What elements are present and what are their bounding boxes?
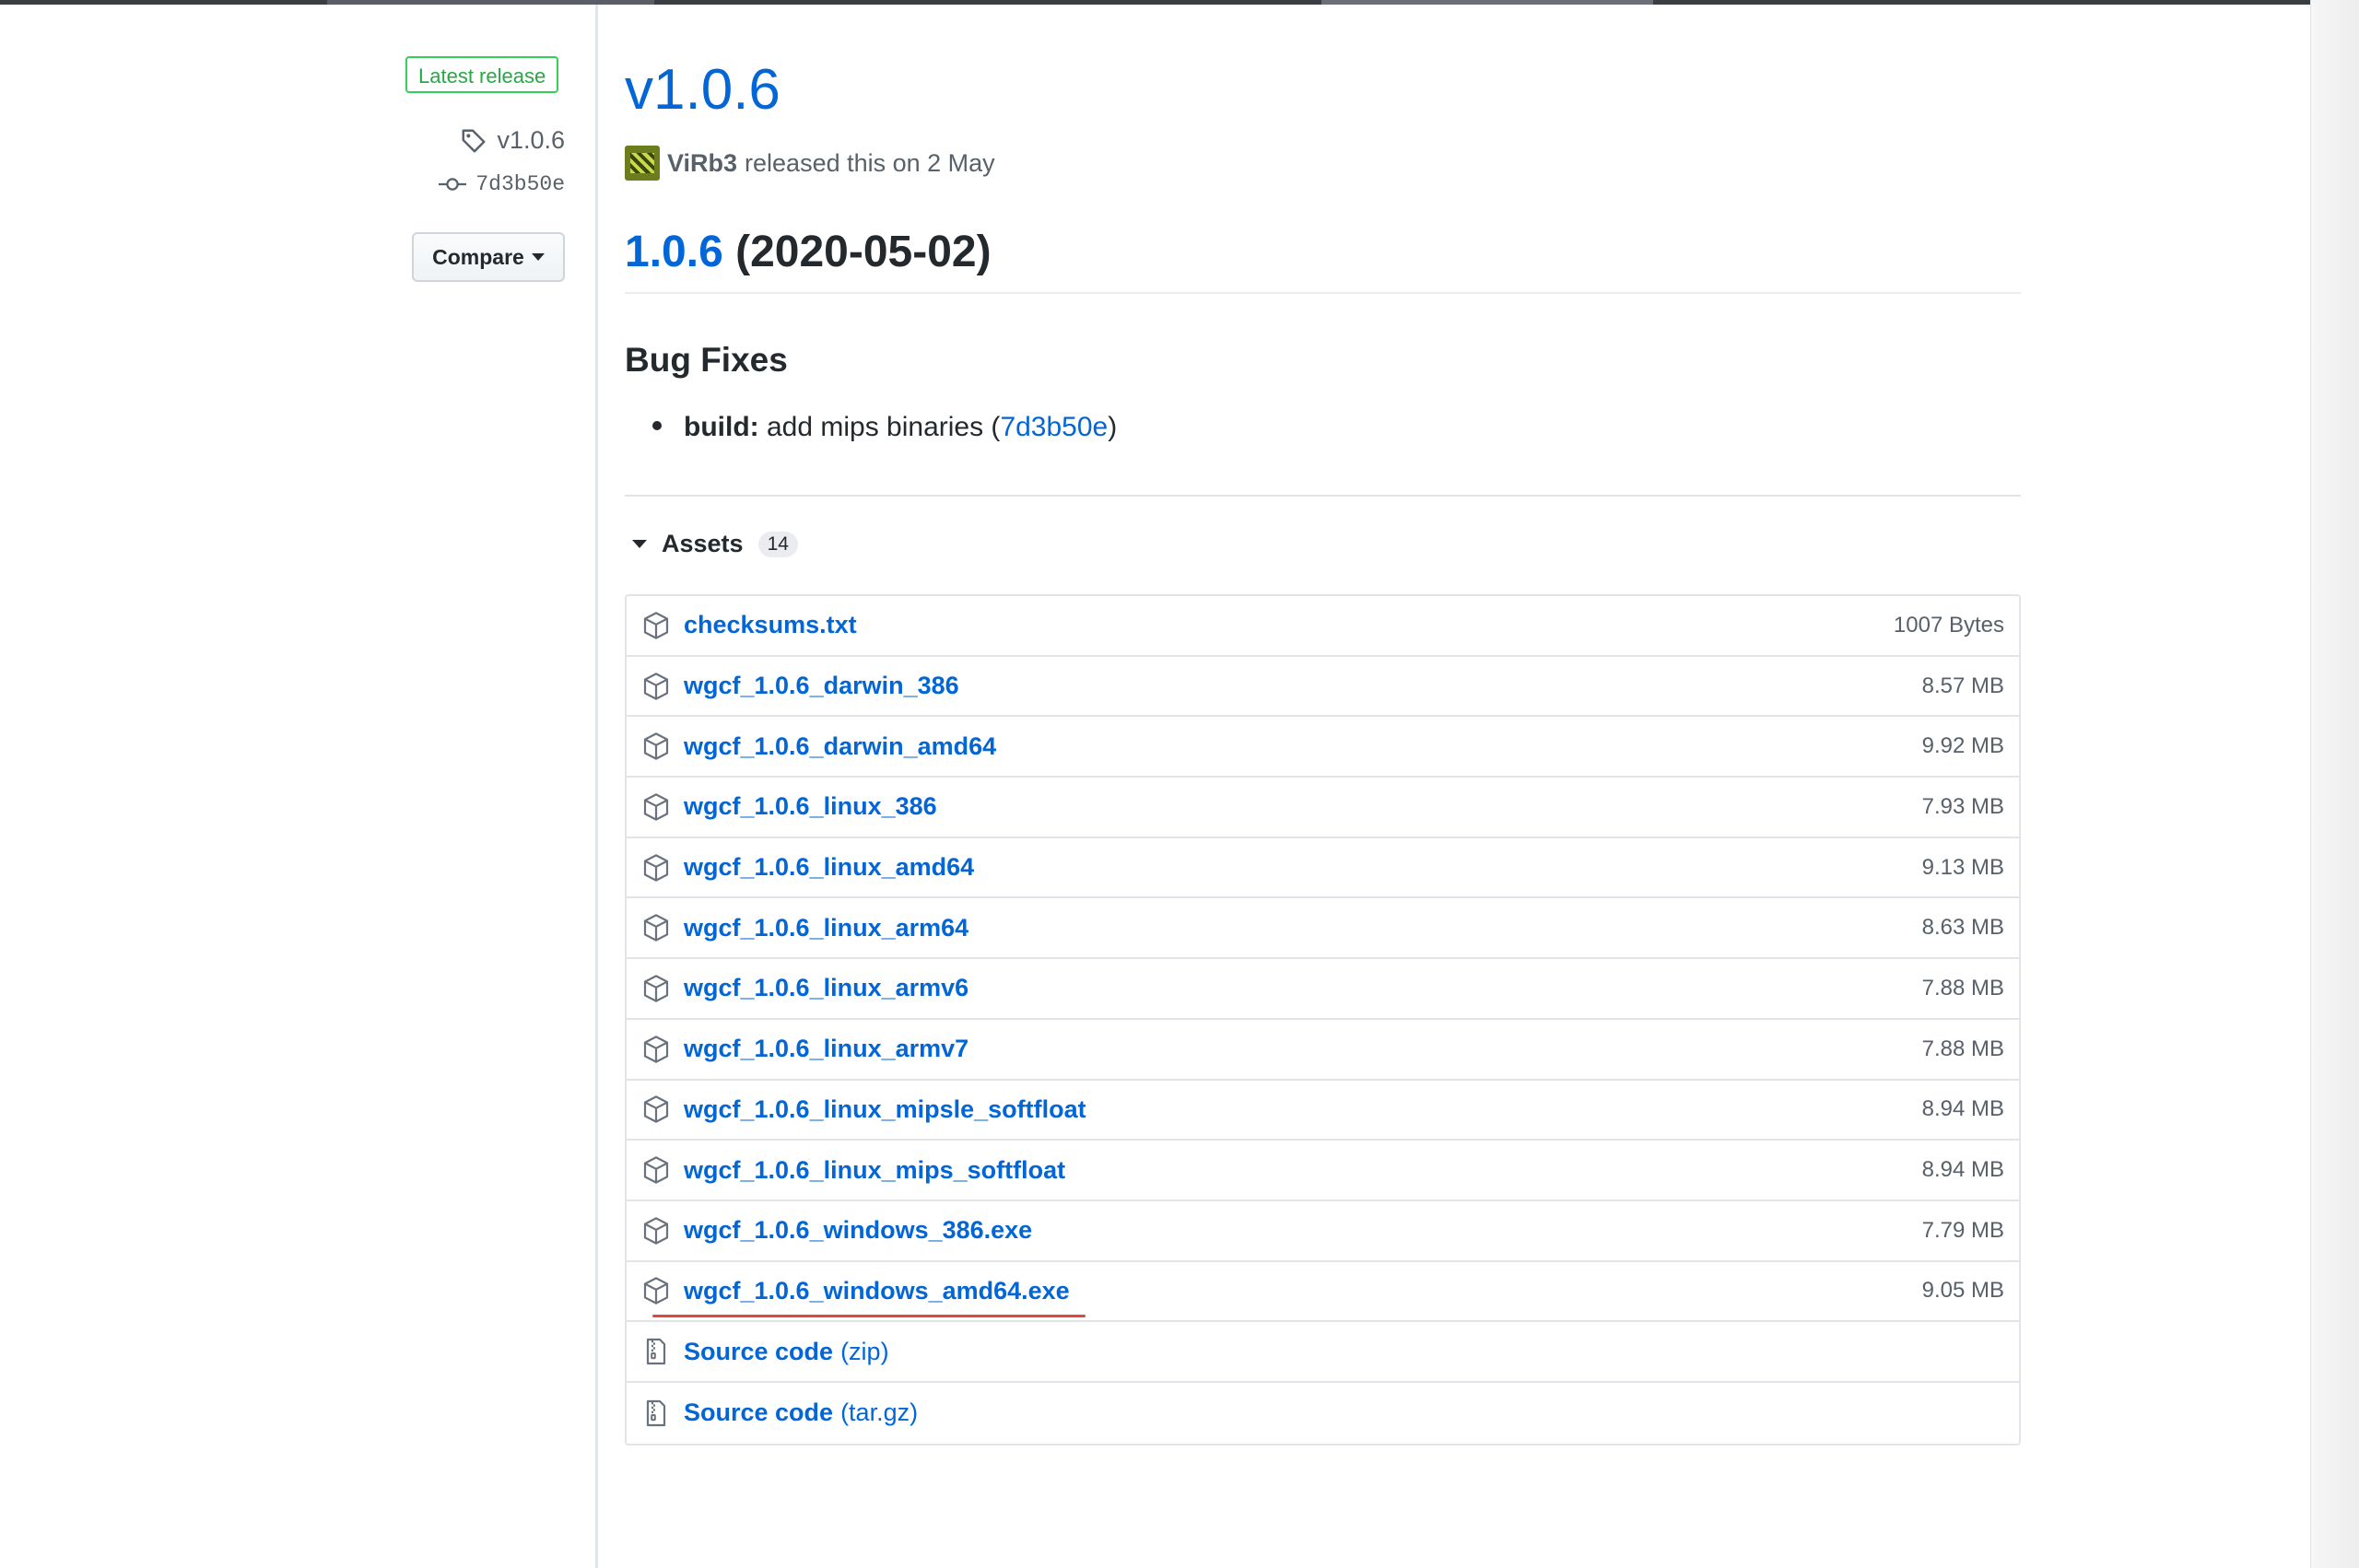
asset-size: 8.94 MB [1921,1096,2004,1122]
asset-size: 9.05 MB [1921,1278,2004,1304]
asset-size: 9.92 MB [1921,733,2004,759]
source-code-link[interactable]: Source code (zip) [684,1338,889,1366]
author-link[interactable]: ViRb3 [667,149,737,178]
release-heading: 1.0.6 (2020-05-02) [625,226,2021,294]
caret-down-icon [531,253,545,261]
bugfix-scope: build: [684,412,759,442]
package-icon [643,612,669,639]
asset-download-link[interactable]: checksums.txt [684,611,857,639]
assets-label: Assets [662,530,744,557]
bug-fix-list: build: add mips binaries (7d3b50e) [652,412,1117,443]
package-icon [643,1156,669,1184]
package-icon [643,1277,669,1305]
release-byline: ViRb3 released this on 2 May [625,146,995,181]
asset-download-link[interactable]: wgcf_1.0.6_linux_armv7 [684,1035,968,1063]
asset-row: wgcf_1.0.6_darwin_amd64 9.92 MB [627,717,2019,778]
release-title-link[interactable]: v1.0.6 [625,62,780,119]
asset-download-link[interactable]: wgcf_1.0.6_darwin_amd64 [684,732,996,761]
assets-count-badge: 14 [757,531,798,557]
released-text: released this on 2 May [745,148,995,177]
package-icon [643,793,669,821]
asset-row: wgcf_1.0.6_linux_386 7.93 MB [627,778,2019,838]
asset-download-link[interactable]: wgcf_1.0.6_windows_386.exe [684,1216,1032,1245]
tag-link[interactable]: v1.0.6 [460,126,565,155]
asset-download-link[interactable]: wgcf_1.0.6_linux_arm64 [684,914,968,942]
asset-row: wgcf_1.0.6_darwin_386 8.57 MB [627,657,2019,718]
tab-strip-segment-active [1321,0,1653,5]
divider [625,495,2021,497]
asset-size: 9.13 MB [1921,854,2004,880]
tag-label: v1.0.6 [497,126,565,154]
file-zip-icon [646,1338,666,1365]
package-icon [643,914,669,942]
release-date: (2020-05-02) [722,228,992,276]
asset-row: wgcf_1.0.6_windows_amd64.exe 9.05 MB [627,1262,2019,1323]
asset-size: 7.88 MB [1921,975,2004,1000]
triangle-down-icon [632,540,647,548]
highlight-underline [652,1315,1086,1318]
asset-row: wgcf_1.0.6_linux_mips_softfloat 8.94 MB [627,1141,2019,1201]
commit-icon [439,178,467,191]
asset-size: 8.57 MB [1921,673,2004,698]
bug-fixes-heading: Bug Fixes [625,341,788,379]
source-code-label: Source code [684,1398,834,1427]
package-icon [643,853,669,882]
asset-download-link[interactable]: wgcf_1.0.6_linux_mipsle_softfloat [684,1095,1086,1124]
asset-size: 1007 Bytes [1893,612,2004,638]
package-icon [643,1217,669,1245]
compare-label: Compare [432,244,524,269]
file-zip-icon [646,1399,666,1426]
avatar[interactable] [625,146,660,181]
tag-icon [462,129,486,152]
latest-release-badge: Latest release [405,56,559,93]
commit-sha: 7d3b50e [475,172,565,196]
asset-download-link[interactable]: wgcf_1.0.6_linux_mips_softfloat [684,1156,1065,1185]
bugfix-commit-link[interactable]: 7d3b50e [1000,412,1108,442]
package-icon [643,672,669,700]
bugfix-text: add mips binaries ( [758,412,1001,442]
package-icon [643,732,669,760]
source-code-label: Source code [684,1337,834,1365]
window-edge [2310,0,2359,1568]
asset-download-link[interactable]: wgcf_1.0.6_darwin_386 [684,672,959,700]
asset-row: wgcf_1.0.6_linux_mipsle_softfloat 8.94 MB [627,1081,2019,1141]
asset-row: wgcf_1.0.6_windows_386.exe 7.79 MB [627,1201,2019,1262]
list-item: build: add mips binaries (7d3b50e) [652,412,1117,443]
asset-size: 8.94 MB [1921,1157,2004,1183]
asset-row: wgcf_1.0.6_linux_armv6 7.88 MB [627,959,2019,1020]
release-sidebar: Latest release v1.0.6 7d3b50e Compare [0,5,598,1568]
assets-toggle[interactable]: Assets 14 [632,530,798,558]
source-code-row: Source code (zip) [627,1322,2019,1383]
package-icon [643,1035,669,1063]
asset-download-link[interactable]: wgcf_1.0.6_linux_armv6 [684,974,968,1002]
package-icon [643,975,669,1002]
bugfix-close: ) [1108,412,1118,442]
version-link[interactable]: 1.0.6 [625,228,723,276]
source-code-format: (tar.gz) [840,1398,919,1427]
asset-download-link[interactable]: wgcf_1.0.6_linux_amd64 [684,853,974,882]
compare-button[interactable]: Compare [412,232,565,282]
asset-row: wgcf_1.0.6_linux_amd64 9.13 MB [627,838,2019,899]
source-code-row: Source code (tar.gz) [627,1383,2019,1444]
source-code-link[interactable]: Source code (tar.gz) [684,1398,918,1427]
asset-download-link[interactable]: wgcf_1.0.6_windows_amd64.exe [684,1277,1070,1305]
asset-size: 7.79 MB [1921,1217,2004,1243]
asset-size: 8.63 MB [1921,915,2004,941]
asset-size: 7.93 MB [1921,793,2004,819]
asset-row: wgcf_1.0.6_linux_armv7 7.88 MB [627,1020,2019,1081]
commit-link[interactable]: 7d3b50e [439,172,565,196]
package-icon [643,1095,669,1124]
asset-download-link[interactable]: wgcf_1.0.6_linux_386 [684,792,937,821]
assets-list: checksums.txt 1007 Bytes wgcf_1.0.6_darwin… [625,594,2021,1445]
asset-row: checksums.txt 1007 Bytes [627,596,2019,657]
asset-row: wgcf_1.0.6_linux_arm64 8.63 MB [627,898,2019,960]
source-code-format: (zip) [840,1337,889,1365]
asset-size: 7.88 MB [1921,1036,2004,1061]
